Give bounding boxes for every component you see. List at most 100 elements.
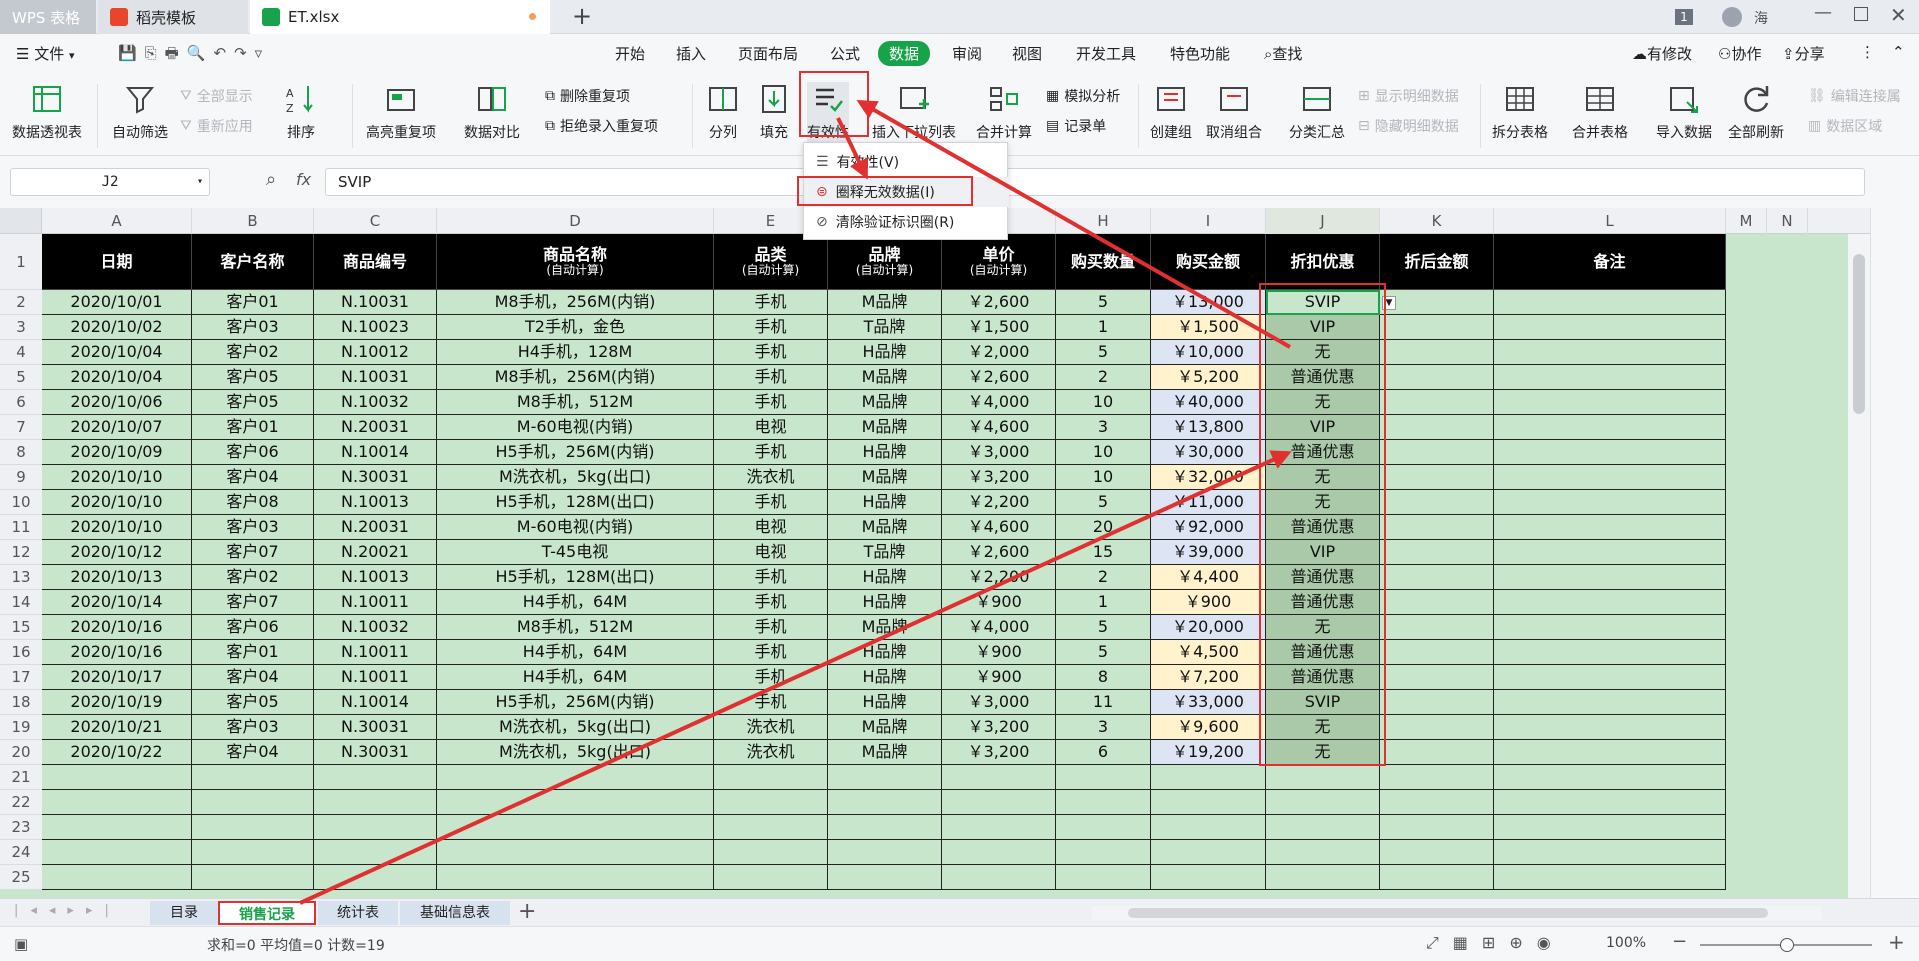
menu-item-clear-circles[interactable]: ⊘ 清除验证标识圈(R)	[804, 207, 1009, 237]
cell-A22[interactable]	[42, 790, 192, 815]
cell-F17[interactable]: H品牌	[828, 665, 942, 690]
cell-A18[interactable]: 2020/10/19	[42, 690, 192, 715]
cell-G2[interactable]: ￥2,600	[942, 290, 1056, 315]
header-cell-E[interactable]: 品类 (自动计算)	[714, 234, 828, 290]
cell-B4[interactable]: 客户02	[192, 340, 314, 365]
row-header-22[interactable]: 22	[0, 790, 42, 815]
cell-E2[interactable]: 手机	[714, 290, 828, 315]
cell-A24[interactable]	[42, 840, 192, 865]
cell-G8[interactable]: ￥3,000	[942, 440, 1056, 465]
row-header-11[interactable]: 11	[0, 515, 42, 540]
cell-K16[interactable]	[1380, 640, 1494, 665]
cell-A20[interactable]: 2020/10/22	[42, 740, 192, 765]
cell-I24[interactable]	[1151, 840, 1266, 865]
show-detail-button[interactable]: ⊞ 显示明细数据	[1358, 86, 1459, 106]
row-header-14[interactable]: 14	[0, 590, 42, 615]
sort-button[interactable]: AZ 排序	[284, 82, 318, 142]
data-area-button[interactable]: ▥ 数据区域	[1808, 116, 1882, 136]
row-header-18[interactable]: 18	[0, 690, 42, 715]
ungroup-button[interactable]: 取消组合	[1206, 82, 1262, 142]
cell-H14[interactable]: 1	[1056, 590, 1151, 615]
cell-D12[interactable]: T-45电视	[437, 540, 714, 565]
cell-I10[interactable]: ￥11,000	[1151, 490, 1266, 515]
cell-B9[interactable]: 客户04	[192, 465, 314, 490]
share-button[interactable]: ⇪分享	[1782, 43, 1825, 64]
macro-icon[interactable]: ▣	[14, 935, 28, 953]
cell-C12[interactable]: N.20021	[314, 540, 437, 565]
cell-K15[interactable]	[1380, 615, 1494, 640]
header-cell-H[interactable]: 购买数量	[1056, 234, 1151, 290]
tab-data[interactable]: 数据	[878, 41, 931, 66]
cell-K21[interactable]	[1380, 765, 1494, 790]
cell-B18[interactable]: 客户05	[192, 690, 314, 715]
cell-K6[interactable]	[1380, 390, 1494, 415]
cell-L7[interactable]	[1494, 415, 1726, 440]
row-header-5[interactable]: 5	[0, 365, 42, 390]
formula-input[interactable]: SVIP	[325, 168, 1865, 196]
reject-duplicates-button[interactable]: ⧉ 拒绝录入重复项	[545, 116, 658, 136]
cell-E17[interactable]: 手机	[714, 665, 828, 690]
cell-K12[interactable]	[1380, 540, 1494, 565]
column-header-L[interactable]: L	[1494, 208, 1726, 234]
cell-H15[interactable]: 5	[1056, 615, 1151, 640]
cell-A14[interactable]: 2020/10/14	[42, 590, 192, 615]
row-header-6[interactable]: 6	[0, 390, 42, 415]
cell-L2[interactable]	[1494, 290, 1726, 315]
cell-D5[interactable]: M8手机，256M(内销)	[437, 365, 714, 390]
cell-B15[interactable]: 客户06	[192, 615, 314, 640]
cell-C4[interactable]: N.10012	[314, 340, 437, 365]
row-header-1[interactable]: 1	[0, 234, 42, 290]
cell-D10[interactable]: H5手机，128M(出口)	[437, 490, 714, 515]
cell-H17[interactable]: 8	[1056, 665, 1151, 690]
cell-L12[interactable]	[1494, 540, 1726, 565]
cell-C9[interactable]: N.30031	[314, 465, 437, 490]
cell-B3[interactable]: 客户03	[192, 315, 314, 340]
cell-F10[interactable]: H品牌	[828, 490, 942, 515]
cell-L25[interactable]	[1494, 865, 1726, 890]
cell-A9[interactable]: 2020/10/10	[42, 465, 192, 490]
tab-start[interactable]: 开始	[615, 43, 645, 64]
cell-I4[interactable]: ￥10,000	[1151, 340, 1266, 365]
cell-H9[interactable]: 10	[1056, 465, 1151, 490]
cell-B5[interactable]: 客户05	[192, 365, 314, 390]
header-cell-D[interactable]: 商品名称 (自动计算)	[437, 234, 714, 290]
cell-C17[interactable]: N.10011	[314, 665, 437, 690]
cell-E5[interactable]: 手机	[714, 365, 828, 390]
header-cell-I[interactable]: 购买金额	[1151, 234, 1266, 290]
collapse-ribbon-icon[interactable]: ⌃	[1892, 43, 1905, 61]
cell-H20[interactable]: 6	[1056, 740, 1151, 765]
cell-D24[interactable]	[437, 840, 714, 865]
column-header-N[interactable]: N	[1767, 208, 1808, 234]
cell-C10[interactable]: N.10013	[314, 490, 437, 515]
cell-E19[interactable]: 洗衣机	[714, 715, 828, 740]
cell-K3[interactable]	[1380, 315, 1494, 340]
cell-H3[interactable]: 1	[1056, 315, 1151, 340]
cell-F21[interactable]	[828, 765, 942, 790]
header-cell-L[interactable]: 备注	[1494, 234, 1726, 290]
cell-A2[interactable]: 2020/10/01	[42, 290, 192, 315]
cell-I6[interactable]: ￥40,000	[1151, 390, 1266, 415]
pivot-table-button[interactable]: 数据透视表	[12, 82, 82, 142]
cell-C8[interactable]: N.10014	[314, 440, 437, 465]
sheet-tab-sales-record[interactable]: 销售记录	[218, 901, 316, 925]
cell-C19[interactable]: N.30031	[314, 715, 437, 740]
cell-E4[interactable]: 手机	[714, 340, 828, 365]
quick-access-toolbar[interactable]: 💾⎘🖶🔍↶↷▿	[118, 43, 270, 68]
merge-table-button[interactable]: 合并表格	[1572, 82, 1628, 142]
zoom-formula-icon[interactable]: ⌕	[266, 169, 276, 190]
split-table-button[interactable]: 拆分表格	[1492, 82, 1548, 142]
row-header-7[interactable]: 7	[0, 415, 42, 440]
cell-H7[interactable]: 3	[1056, 415, 1151, 440]
cell-G17[interactable]: ￥900	[942, 665, 1056, 690]
column-header-M[interactable]: M	[1726, 208, 1767, 234]
column-header-K[interactable]: K	[1380, 208, 1494, 234]
cell-H25[interactable]	[1056, 865, 1151, 890]
cell-F12[interactable]: T品牌	[828, 540, 942, 565]
cell-E12[interactable]: 电视	[714, 540, 828, 565]
cell-G5[interactable]: ￥2,600	[942, 365, 1056, 390]
cell-C5[interactable]: N.10031	[314, 365, 437, 390]
row-header-17[interactable]: 17	[0, 665, 42, 690]
cell-L15[interactable]	[1494, 615, 1726, 640]
cell-I7[interactable]: ￥13,800	[1151, 415, 1266, 440]
cell-K24[interactable]	[1380, 840, 1494, 865]
